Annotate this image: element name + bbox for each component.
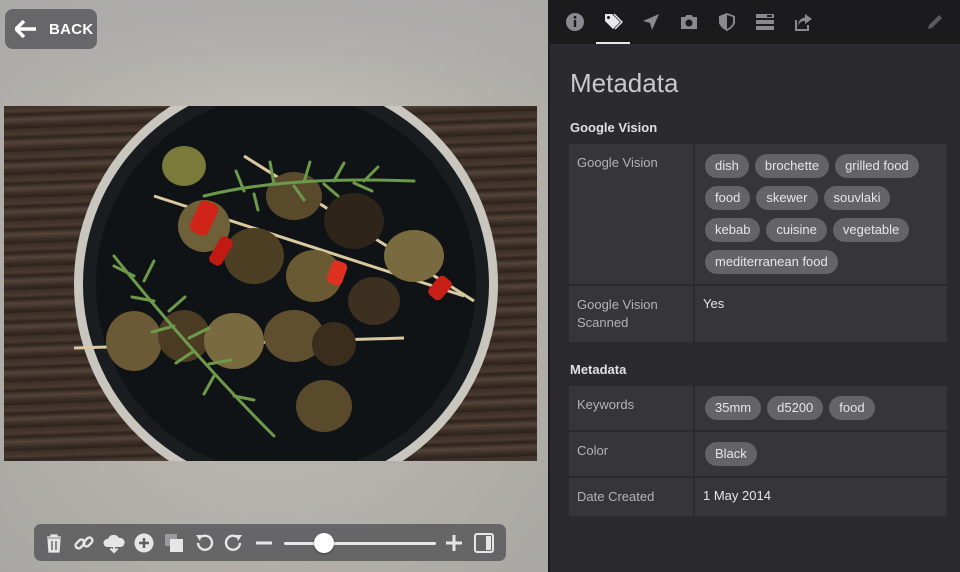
arrow-left-icon <box>15 20 36 38</box>
tab-tags[interactable] <box>594 0 632 44</box>
tab-share[interactable] <box>784 0 822 44</box>
tab-edit[interactable] <box>916 0 954 44</box>
row-label: Color <box>577 443 609 458</box>
photo-preview[interactable] <box>4 106 537 461</box>
metadata-table: Keywords 35mm d5200 food Color Black Dat… <box>569 386 947 516</box>
row-label: Google Vision Scanned <box>577 297 658 330</box>
tag-chip[interactable]: cuisine <box>766 218 827 242</box>
rotate-left-icon[interactable] <box>190 529 218 557</box>
link-icon[interactable] <box>70 529 98 557</box>
camera-icon <box>681 15 697 29</box>
row-label: Google Vision <box>577 155 658 170</box>
tab-details[interactable] <box>746 0 784 44</box>
zoom-in-icon[interactable] <box>440 529 468 557</box>
tag-chip[interactable]: vegetable <box>832 218 910 242</box>
image-toolbar <box>34 524 506 561</box>
image-viewer: BACK <box>0 0 548 572</box>
tab-rights[interactable] <box>708 0 746 44</box>
google-vision-table: Google Vision dish brochette grilled foo… <box>569 144 947 342</box>
cloud-download-icon[interactable] <box>100 529 128 557</box>
tab-camera[interactable] <box>670 0 708 44</box>
back-button[interactable]: BACK <box>5 9 97 49</box>
rotate-right-icon[interactable] <box>220 529 248 557</box>
duplicate-icon[interactable] <box>160 529 188 557</box>
section-heading-metadata: Metadata <box>570 362 627 377</box>
add-circle-icon[interactable] <box>130 529 158 557</box>
table-row: Date Created 1 May 2014 <box>569 478 947 516</box>
google-vision-tags: dish brochette grilled food food skewer … <box>693 144 947 284</box>
info-icon <box>566 13 584 31</box>
zoom-slider-knob[interactable] <box>314 532 334 553</box>
table-row: Color Black <box>569 432 947 476</box>
tag-icon <box>605 13 623 30</box>
tag-chip[interactable]: food <box>705 186 751 210</box>
tag-chip[interactable]: mediterranean food <box>705 250 838 274</box>
table-row: Google Vision dish brochette grilled foo… <box>569 144 947 284</box>
toggle-panel-icon[interactable] <box>470 529 498 557</box>
keyword-tags: 35mm d5200 food <box>693 386 947 430</box>
table-row: Keywords 35mm d5200 food <box>569 386 947 430</box>
keyword-chip[interactable]: d5200 <box>767 396 824 420</box>
keyword-chip[interactable]: 35mm <box>705 396 762 420</box>
share-icon <box>795 14 812 31</box>
shield-icon <box>719 13 735 31</box>
pencil-icon <box>928 15 942 29</box>
trash-icon[interactable] <box>40 529 68 557</box>
row-value: 1 May 2014 <box>693 478 947 516</box>
zoom-slider[interactable] <box>284 529 436 557</box>
color-tags: Black <box>693 432 947 476</box>
tag-chip[interactable]: dish <box>705 154 749 178</box>
row-label: Date Created <box>577 489 655 504</box>
tag-chip[interactable]: brochette <box>754 154 830 178</box>
tab-location[interactable] <box>632 0 670 44</box>
tag-chip[interactable]: skewer <box>756 186 818 210</box>
row-label: Keywords <box>577 397 635 412</box>
metadata-panel: Metadata Google Vision Google Vision dis… <box>550 0 960 572</box>
section-heading-google-vision: Google Vision <box>570 120 658 135</box>
row-value: Yes <box>693 286 947 342</box>
tag-chip[interactable]: souvlaki <box>823 186 891 210</box>
tab-info[interactable] <box>556 0 594 44</box>
tag-chip[interactable]: kebab <box>705 218 761 242</box>
keyword-chip[interactable]: food <box>829 396 875 420</box>
zoom-slider-rail <box>284 541 436 545</box>
zoom-out-icon[interactable] <box>250 529 278 557</box>
panel-tab-bar <box>550 0 960 44</box>
table-row: Google Vision Scanned Yes <box>569 286 947 342</box>
back-label: BACK <box>49 20 94 38</box>
location-icon <box>643 14 659 30</box>
tag-chip[interactable]: grilled food <box>835 154 919 178</box>
color-chip[interactable]: Black <box>705 442 757 466</box>
list-icon <box>756 14 774 30</box>
panel-title: Metadata <box>570 68 679 98</box>
